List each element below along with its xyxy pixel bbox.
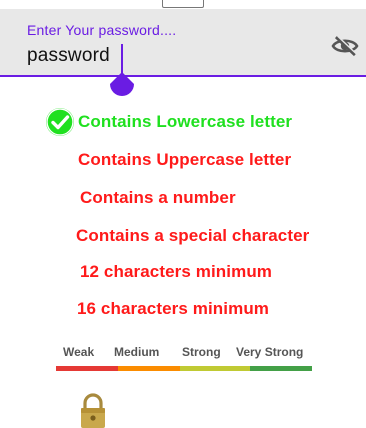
strength-bar-strong [180, 366, 250, 371]
password-field[interactable]: Enter Your password.... password [0, 9, 366, 77]
strength-label-medium: Medium [114, 345, 160, 359]
requirement-uppercase: Contains Uppercase letter [78, 150, 292, 169]
strength-labels: Weak Medium Strong Very Strong [55, 345, 325, 361]
toggle-visibility-button[interactable] [330, 33, 360, 59]
password-field-underline [0, 75, 366, 77]
requirement-16-characters: 16 characters minimum [77, 299, 270, 318]
strength-bar-very-strong [250, 366, 312, 371]
strength-bar-medium [118, 366, 180, 371]
strength-label-strong: Strong [182, 345, 221, 359]
password-field-label: Enter Your password.... [27, 22, 177, 38]
requirement-number: Contains a number [80, 188, 236, 207]
strength-bar-weak [56, 366, 118, 371]
password-screen: Enter Your password.... password Contain… [0, 0, 366, 428]
password-input[interactable]: password [27, 45, 110, 67]
requirement-lowercase: Contains Lowercase letter [78, 112, 293, 131]
top-cut-button[interactable] [162, 0, 204, 8]
eye-off-icon [331, 35, 359, 57]
requirement-special-character: Contains a special character [76, 226, 310, 245]
padlock-icon [81, 393, 105, 428]
strength-label-very-strong: Very Strong [236, 345, 304, 359]
requirement-12-characters: 12 characters minimum [80, 262, 273, 281]
strength-label-weak: Weak [63, 345, 95, 359]
check-circle-icon [46, 108, 74, 136]
cursor-handle[interactable] [108, 66, 136, 96]
